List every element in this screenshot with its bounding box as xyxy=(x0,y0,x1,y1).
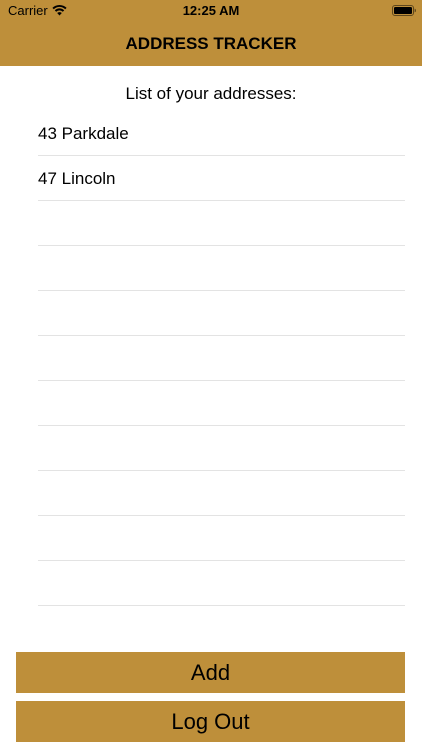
list-item[interactable] xyxy=(38,516,405,561)
list-item[interactable] xyxy=(38,381,405,426)
clock: 12:25 AM xyxy=(182,3,240,18)
address-label: 43 Parkdale xyxy=(38,124,129,143)
address-label: 47 Lincoln xyxy=(38,169,116,188)
nav-bar: Carrier 12:25 AM ADDRESS TRACKER xyxy=(0,0,422,66)
logout-button[interactable]: Log Out xyxy=(16,701,405,742)
battery-full-icon xyxy=(392,5,416,16)
list-item[interactable] xyxy=(38,336,405,381)
add-button[interactable]: Add xyxy=(16,652,405,693)
list-item[interactable]: 47 Lincoln xyxy=(38,156,405,201)
list-item[interactable] xyxy=(38,246,405,291)
list-item[interactable] xyxy=(38,426,405,471)
list-item[interactable] xyxy=(38,201,405,246)
list-item[interactable] xyxy=(38,291,405,336)
status-bar: Carrier 12:25 AM xyxy=(0,0,422,22)
list-heading: List of your addresses: xyxy=(125,84,297,103)
page-title: ADDRESS TRACKER xyxy=(125,34,297,53)
list-item[interactable] xyxy=(38,471,405,516)
list-item[interactable] xyxy=(38,561,405,606)
list-item[interactable]: 43 Parkdale xyxy=(38,111,405,156)
